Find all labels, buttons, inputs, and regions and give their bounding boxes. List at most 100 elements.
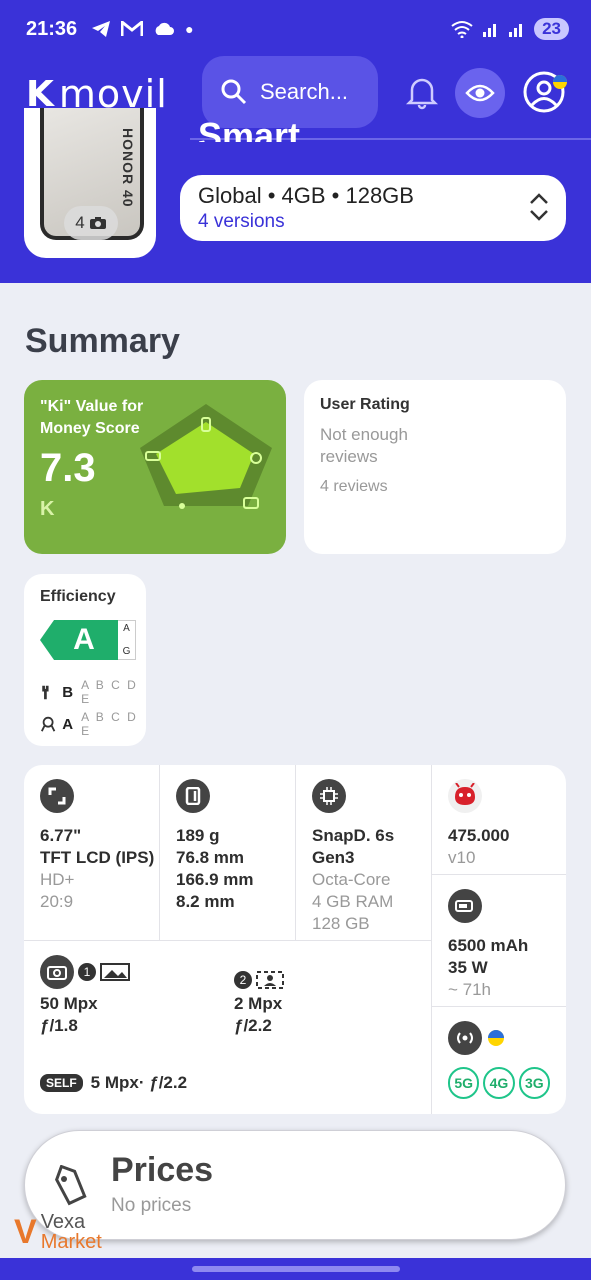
search-icon bbox=[221, 79, 247, 105]
camera-second-mp: 2 Mpx bbox=[234, 994, 283, 1013]
body-width: 76.8 mm bbox=[176, 848, 245, 867]
watermark-logo-icon: V bbox=[14, 1212, 37, 1251]
camera-second-f: ƒ/2.2 bbox=[234, 1016, 272, 1035]
scale-bottom: G bbox=[122, 646, 131, 657]
award-icon bbox=[40, 716, 56, 732]
durability-scale: A B C D E bbox=[81, 710, 138, 738]
camera-main-mp: 50 Mpx bbox=[40, 994, 98, 1013]
network-header bbox=[448, 1021, 550, 1055]
watermark: V Vexa Market bbox=[14, 1212, 102, 1252]
telegram-icon bbox=[92, 21, 111, 37]
gmail-icon bbox=[121, 21, 144, 36]
spec-antutu[interactable]: 475.000 v10 bbox=[432, 765, 566, 875]
efficiency-card[interactable]: Efficiency A A G B A B C D E A A B C D E bbox=[24, 574, 146, 746]
photo-count: 4 bbox=[75, 213, 85, 232]
signal-2-icon bbox=[509, 24, 523, 37]
user-rating-status: Not enough reviews bbox=[320, 425, 408, 466]
energy-grade-value: A bbox=[40, 620, 118, 660]
view-toggle-button[interactable] bbox=[455, 68, 505, 118]
energy-grade: A A G bbox=[40, 620, 136, 660]
display-type: TFT LCD (IPS) bbox=[40, 848, 155, 867]
watermark-line1: Vexa bbox=[40, 1211, 86, 1233]
antutu-version: v10 bbox=[448, 848, 476, 867]
selfie-spec: 5 Mpx· ƒ/2.2 bbox=[90, 1073, 188, 1092]
user-rating-card[interactable]: User Rating Not enough reviews 4 reviews bbox=[304, 380, 566, 554]
body-height: 166.9 mm bbox=[176, 870, 254, 889]
summary-title: Summary bbox=[25, 322, 180, 360]
camera-second-header: 2 bbox=[234, 971, 284, 989]
bell-icon[interactable] bbox=[404, 74, 440, 110]
network-tags: 5G 4G 3G bbox=[448, 1067, 550, 1099]
network-4g: 4G bbox=[483, 1067, 515, 1099]
battery-badge: 23 bbox=[534, 18, 569, 40]
user-rating-title: User Rating bbox=[320, 396, 410, 413]
navigation-bar bbox=[0, 1258, 591, 1280]
camera-icon bbox=[89, 217, 106, 229]
user-avatar-icon[interactable] bbox=[522, 70, 568, 116]
photo-count-badge[interactable]: 4 bbox=[64, 206, 118, 240]
network-3g: 3G bbox=[518, 1067, 550, 1099]
energy-scale: A G bbox=[118, 620, 136, 660]
value-score-card[interactable]: "Ki" Value for Money Score 7.3 K bbox=[24, 380, 286, 554]
network-5g: 5G bbox=[448, 1067, 480, 1099]
specs-grid: 6.77" TFT LCD (IPS) HD+ 20:9 189 g 76.8 … bbox=[24, 765, 566, 1114]
camera-spec-icon bbox=[40, 955, 74, 989]
cloud-icon bbox=[155, 22, 175, 35]
durability-row: A A B C D E bbox=[40, 710, 146, 738]
prices-panel[interactable]: Prices No prices bbox=[24, 1130, 566, 1240]
phone-brand-text: HONOR 40 bbox=[120, 128, 136, 208]
spec-display[interactable]: 6.77" TFT LCD (IPS) HD+ 20:9 bbox=[24, 765, 160, 941]
status-bar: 21:36 ● 23 bbox=[26, 14, 569, 44]
spec-battery[interactable]: 6500 mAh 35 W ~ 71h bbox=[432, 875, 566, 1007]
battery-duration: ~ 71h bbox=[448, 980, 492, 999]
camera-main-info: 50 Mpx ƒ/1.8 bbox=[40, 993, 98, 1037]
notification-icons: ● bbox=[91, 20, 194, 38]
cpu-storage: 128 GB bbox=[312, 914, 370, 933]
efficiency-title: Efficiency bbox=[40, 588, 116, 605]
spec-cpu[interactable]: SnapD. 6s Gen3 Octa-Core 4 GB RAM 128 GB bbox=[296, 765, 432, 941]
selfie-tag: SELF bbox=[40, 1074, 83, 1092]
display-resolution: HD+ bbox=[40, 870, 75, 889]
dot-icon: ● bbox=[185, 21, 194, 37]
watermark-text: Vexa Market bbox=[41, 1212, 102, 1252]
camera-main-f: ƒ/1.8 bbox=[40, 1016, 78, 1035]
battery-capacity: 6500 mAh bbox=[448, 936, 529, 955]
body-depth: 8.2 mm bbox=[176, 892, 235, 911]
phone-title: Smart bbox=[198, 115, 301, 142]
eye-icon bbox=[465, 84, 495, 102]
version-selector[interactable]: Global • 4GB • 128GB 4 versions bbox=[180, 175, 566, 241]
camera-second-info: 2 Mpx ƒ/2.2 bbox=[234, 993, 282, 1037]
camera-main-number: 1 bbox=[78, 963, 96, 981]
body-weight: 189 g bbox=[176, 826, 220, 845]
repairability-scale: A B C D E bbox=[81, 678, 138, 706]
chevron-updown-icon bbox=[530, 193, 548, 221]
antutu-icon bbox=[448, 779, 482, 813]
value-score: 7.3 bbox=[40, 446, 96, 490]
cpu-ram: 4 GB RAM bbox=[312, 892, 394, 911]
battery-charge: 35 W bbox=[448, 958, 488, 977]
repairability-grade: B bbox=[62, 683, 76, 701]
landscape-icon bbox=[100, 963, 130, 981]
wrench-icon bbox=[42, 685, 49, 700]
prices-title: Prices bbox=[111, 1151, 214, 1189]
price-tag-icon bbox=[55, 1165, 87, 1206]
display-size: 6.77" bbox=[40, 826, 82, 845]
home-indicator[interactable] bbox=[192, 1266, 400, 1272]
user-rating-count: 4 reviews bbox=[320, 478, 388, 495]
search-placeholder: Search... bbox=[260, 79, 349, 104]
antenna-icon bbox=[448, 1021, 482, 1055]
chip-icon bbox=[312, 779, 346, 813]
camera-second-number: 2 bbox=[234, 971, 252, 989]
spec-body[interactable]: 189 g 76.8 mm 166.9 mm 8.2 mm bbox=[160, 765, 296, 941]
spec-network[interactable]: 5G 4G 3G bbox=[432, 1007, 566, 1114]
status-time: 21:36 bbox=[26, 17, 78, 40]
cpu-chip: SnapD. 6s Gen3 bbox=[312, 826, 395, 867]
phone-image-card[interactable]: HONOR 40 4 bbox=[24, 108, 156, 258]
scale-top: A bbox=[123, 623, 130, 634]
display-ratio: 20:9 bbox=[40, 892, 74, 911]
antutu-score: 475.000 bbox=[448, 826, 510, 845]
wifi-icon bbox=[451, 21, 473, 38]
radar-chart-icon bbox=[140, 404, 272, 509]
cpu-cores: Octa-Core bbox=[312, 870, 391, 889]
portrait-icon bbox=[256, 971, 284, 989]
